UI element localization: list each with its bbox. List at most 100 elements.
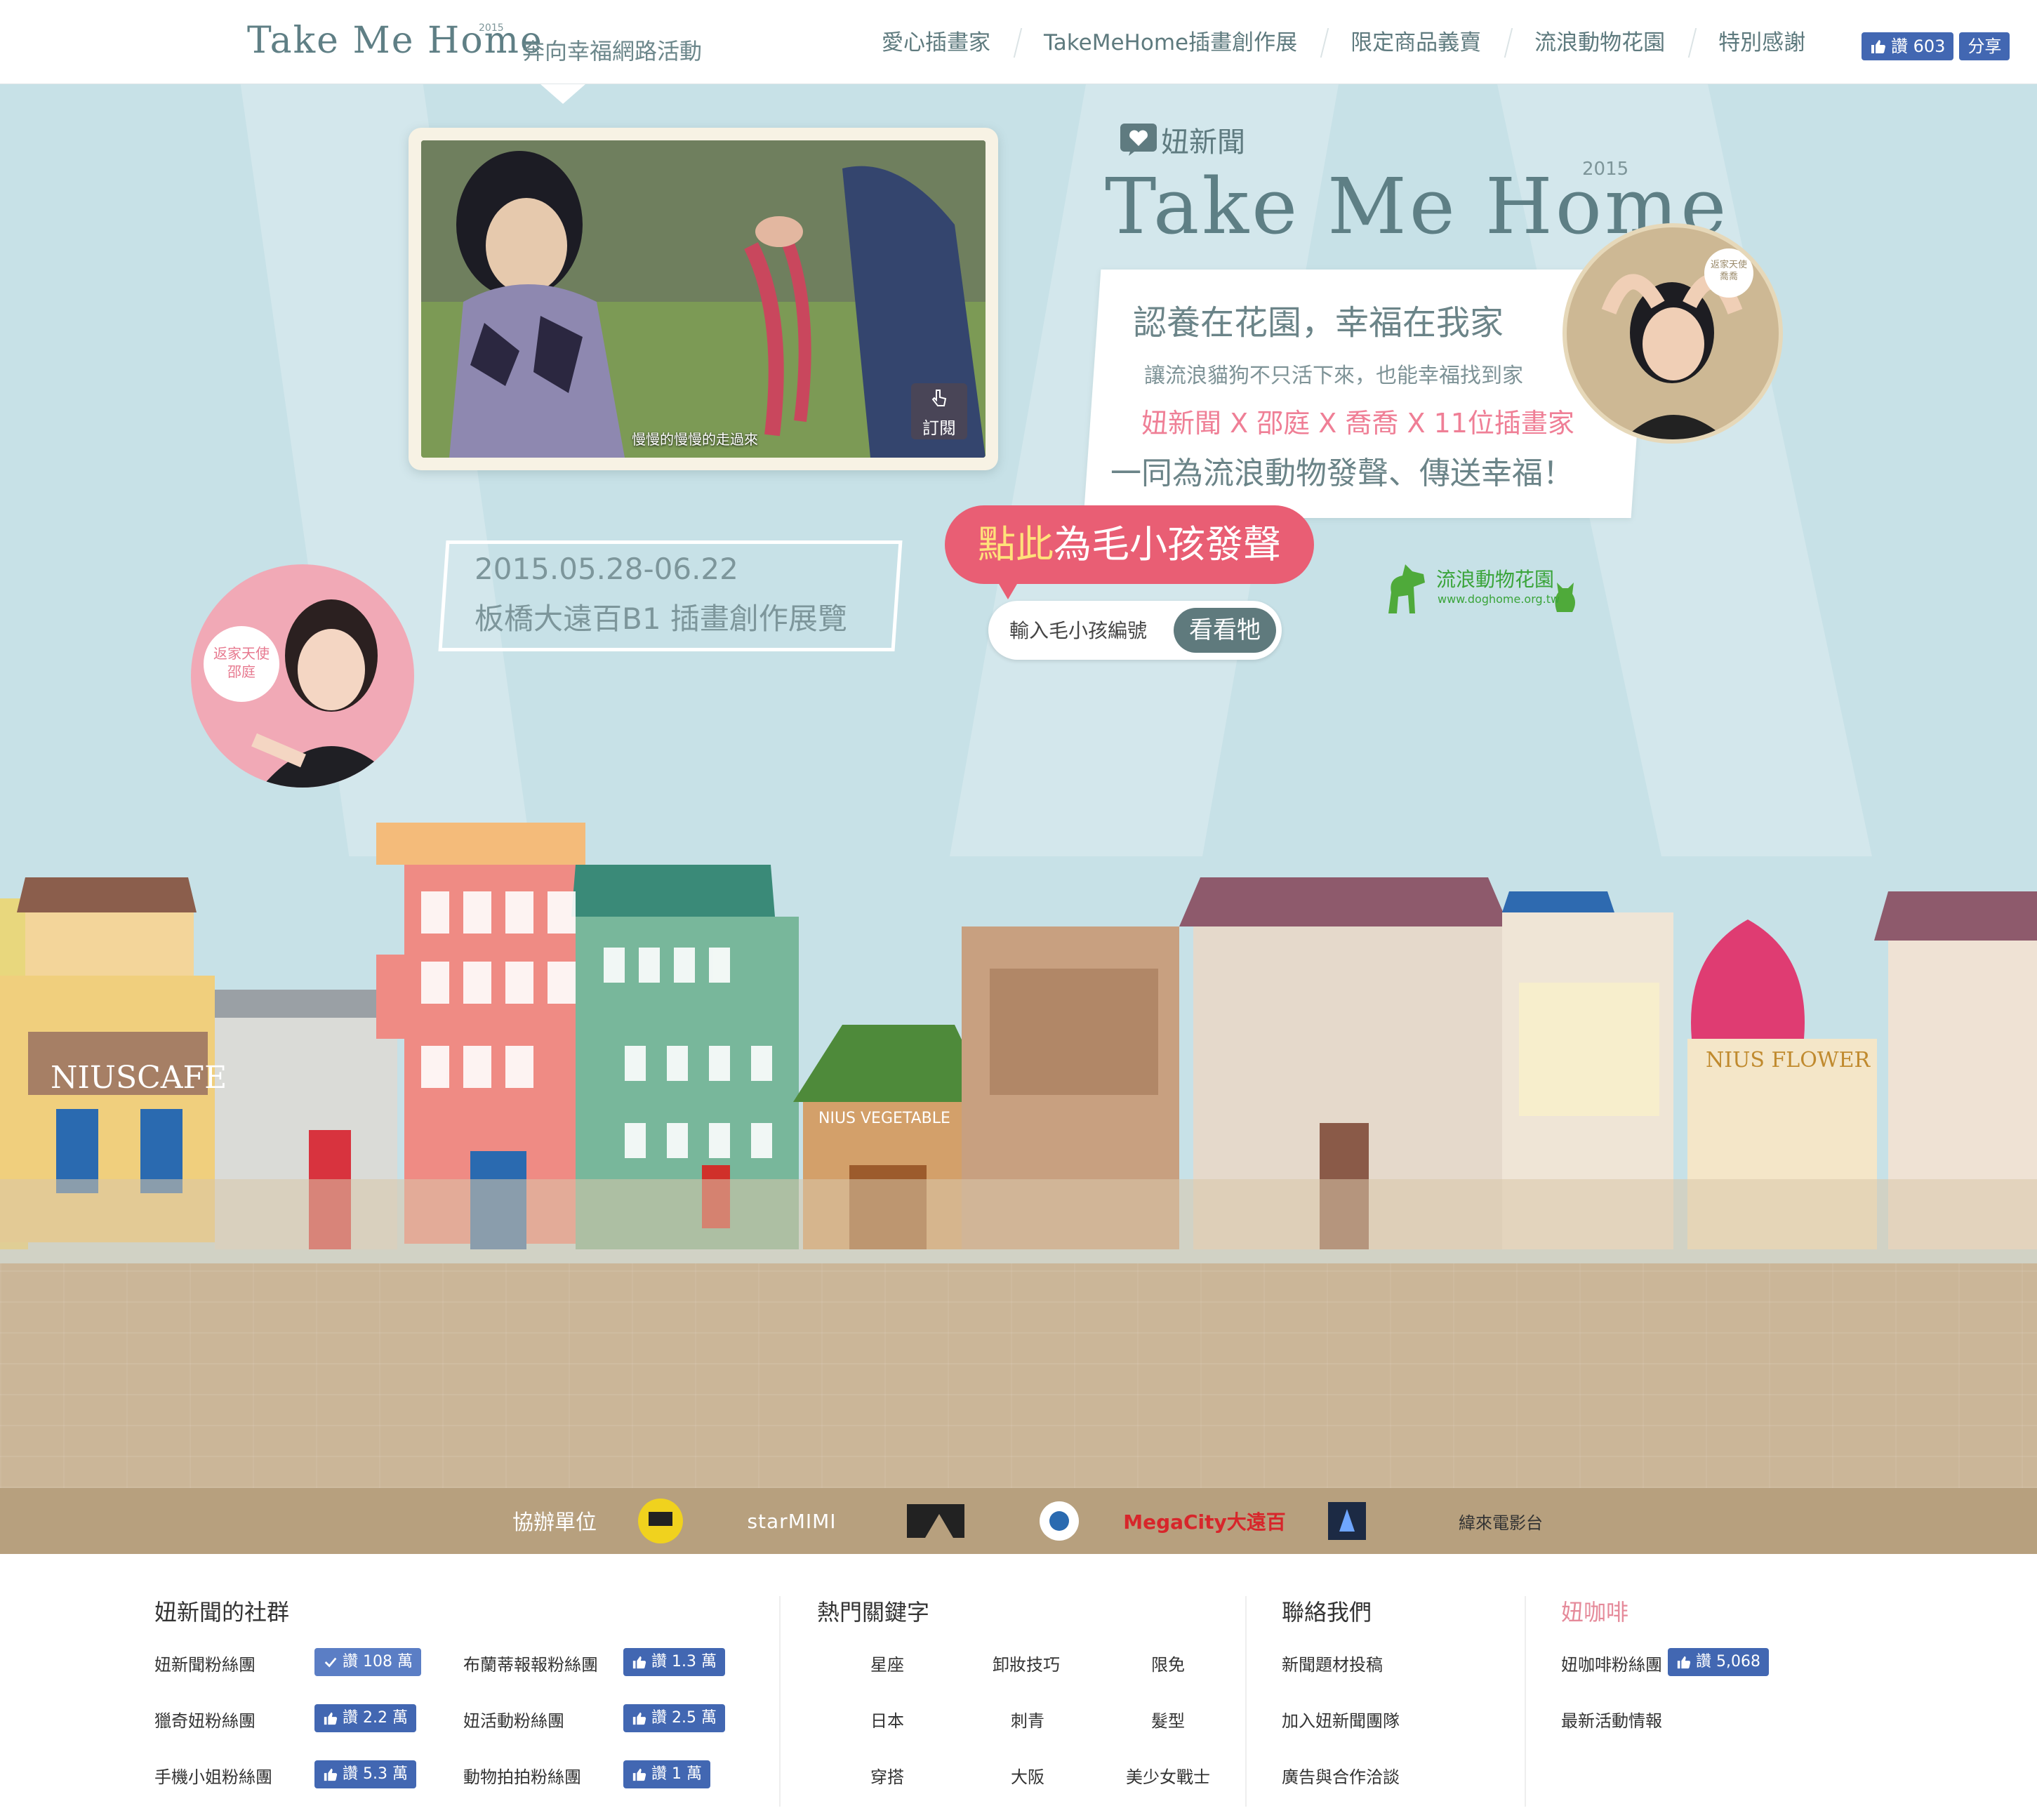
keyword-link[interactable]: 刺青 — [1011, 1707, 1044, 1732]
sponsor-bar: 協辦單位 starMIMI MegaCity大遠百 緯來電影台 — [0, 1488, 2037, 1554]
community-link[interactable]: 布蘭蒂報報粉絲團 — [463, 1651, 598, 1675]
keyword-link[interactable]: 卸妝技巧 — [993, 1651, 1060, 1675]
like-count: 讚 1.3 萬 — [651, 1653, 717, 1670]
keyword-link[interactable]: 大阪 — [1011, 1763, 1044, 1788]
slogan-headline: 認養在花園，幸福在我家 — [1133, 303, 1504, 343]
keyword-link[interactable]: 限免 — [1151, 1651, 1185, 1675]
keyword-link[interactable]: 星座 — [870, 1651, 904, 1675]
heart-icon — [1120, 124, 1157, 156]
footer: 妞新聞的社群 妞新聞粉絲團 讚 108 萬 布蘭蒂報報粉絲團 讚 1.3 萬 獵… — [0, 1554, 2037, 1820]
dog-icon — [1388, 564, 1425, 613]
footer-cafe-title: 妞咖啡 — [1561, 1599, 1629, 1626]
expo-place: 板橋大遠百B1 插畫創作展覽 — [475, 602, 847, 636]
contact-link[interactable]: 廣告與合作洽談 — [1282, 1763, 1400, 1788]
footer-divider — [1525, 1596, 1526, 1807]
footer-divider — [1245, 1596, 1247, 1807]
page: Take Me Home 2015 奔向幸福網路活動 愛心插畫家 TakeMeH… — [0, 0, 2037, 1820]
sponsor-videoland[interactable]: 緯來電影台 — [1438, 1499, 1564, 1543]
community-link[interactable]: 動物拍拍粉絲團 — [463, 1763, 581, 1788]
community-like-button[interactable]: 讚 1 萬 — [623, 1760, 710, 1788]
thumbs-up-icon — [632, 1712, 646, 1725]
sponsor-logo-bird[interactable] — [1035, 1499, 1084, 1543]
shop-sign-cafe: NIUSCAFE — [51, 1060, 227, 1096]
logo-subtitle: 奔向幸福網路活動 — [522, 38, 703, 65]
angel-title: 返家天使 — [213, 645, 270, 662]
community-like-button[interactable]: 讚 5.3 萬 — [314, 1760, 416, 1788]
thumbs-up-icon — [1677, 1656, 1691, 1669]
fb-like-button[interactable]: 讚 603 — [1862, 32, 1954, 60]
community-like-button[interactable]: 讚 2.5 萬 — [623, 1704, 725, 1732]
hero-section: 慢慢的慢慢的走過來 訂閱 妞新聞 Take Me Home 2015 認養在花園… — [0, 84, 2037, 1554]
nav-item-exhibition[interactable]: TakeMeHome插畫創作展 — [1017, 25, 1324, 60]
pet-search: 看看牠 — [988, 601, 1282, 660]
thumbs-up-icon — [324, 1712, 338, 1725]
top-navbar: Take Me Home 2015 奔向幸福網路活動 愛心插畫家 TakeMeH… — [0, 0, 2037, 84]
fb-share-label: 分享 — [1968, 36, 2002, 56]
main-nav: 愛心插畫家 TakeMeHome插畫創作展 限定商品義賣 流浪動物花園 特別感謝 — [855, 25, 1832, 60]
dark-square-icon — [1328, 1502, 1366, 1540]
nav-item-thanks[interactable]: 特別感謝 — [1692, 25, 1832, 60]
community-link[interactable]: 妞活動粉絲團 — [463, 1707, 564, 1732]
voice-highlight: 點此 — [978, 522, 1054, 566]
slogan-subline: 讓流浪貓狗不只活下來，也能幸福找到家 — [1144, 364, 1523, 388]
angel-badge-shaoting: 返家天使 邵庭 — [204, 626, 279, 702]
subscribe-button[interactable]: 訂閱 — [911, 383, 967, 439]
thumbs-up-icon — [324, 1768, 338, 1781]
sponsor-starmimi[interactable]: starMIMI — [736, 1499, 848, 1543]
thumbs-up-icon — [632, 1768, 646, 1781]
like-count: 讚 1 萬 — [651, 1765, 702, 1783]
cafe-like-button[interactable]: 讚 5,068 — [1668, 1648, 1769, 1676]
fb-share-button[interactable]: 分享 — [1959, 32, 2010, 60]
keyword-link[interactable]: 髮型 — [1151, 1707, 1185, 1732]
logo-year: 2015 — [479, 22, 504, 34]
sponsor-label: 協辦單位 — [512, 1510, 597, 1535]
slogan-call: 一同為流浪動物發聲、傳送幸福！ — [1110, 456, 1574, 491]
contact-link[interactable]: 加入妞新聞團隊 — [1282, 1707, 1400, 1732]
doghome-logo[interactable]: 流浪動物花園 www.doghome.org.tw — [1381, 550, 1585, 620]
angel-title: 返家天使 — [1710, 260, 1747, 270]
nav-item-illustrators[interactable]: 愛心插畫家 — [855, 25, 1017, 60]
nius-news-logo: 妞新聞 — [1120, 115, 1245, 164]
keyword-link[interactable]: 穿搭 — [870, 1763, 904, 1788]
nav-item-animal-garden[interactable]: 流浪動物花園 — [1508, 25, 1692, 60]
like-count: 讚 5,068 — [1696, 1653, 1760, 1670]
footer-divider — [779, 1596, 781, 1807]
nav-item-charity-sale[interactable]: 限定商品義賣 — [1324, 25, 1508, 60]
community-link[interactable]: 手機小姐粉絲團 — [154, 1763, 272, 1788]
community-link[interactable]: 妞新聞粉絲團 — [154, 1651, 256, 1675]
hand-icon — [931, 390, 947, 406]
keyword-link[interactable]: 日本 — [870, 1707, 904, 1732]
thumbs-up-icon — [632, 1656, 646, 1669]
community-like-button[interactable]: 讚 2.2 萬 — [314, 1704, 416, 1732]
community-link[interactable]: 獵奇妞粉絲團 — [154, 1707, 256, 1732]
community-like-button[interactable]: 讚 108 萬 — [314, 1648, 421, 1676]
voice-button[interactable]: 點此為毛小孩發聲 — [945, 505, 1314, 584]
angel-name: 喬喬 — [1719, 271, 1738, 282]
angel-name: 邵庭 — [227, 663, 256, 680]
expo-date: 2015.05.28-06.22 — [475, 552, 738, 586]
keyword-link[interactable]: 美少女戰士 — [1126, 1763, 1210, 1788]
like-count: 讚 5.3 萬 — [343, 1765, 408, 1783]
sponsor-megacity[interactable]: MegaCity大遠百 — [1123, 1499, 1286, 1543]
footer-community-title: 妞新聞的社群 — [154, 1599, 290, 1626]
subscribe-label: 訂閱 — [922, 418, 956, 438]
video-screen[interactable]: 慢慢的慢慢的走過來 訂閱 — [421, 140, 986, 458]
video-player[interactable]: 慢慢的慢慢的走過來 訂閱 — [409, 128, 998, 470]
nav-pointer — [540, 84, 585, 104]
fb-buttons: 讚 603 分享 — [1862, 32, 2010, 60]
sponsor-logo-black[interactable] — [904, 1499, 967, 1543]
angel-badge-qiaoqiao: 返家天使 喬喬 — [1704, 248, 1753, 298]
contact-link[interactable]: 新聞題材投稿 — [1282, 1651, 1383, 1675]
bird-icon — [1040, 1501, 1079, 1541]
video-caption: 慢慢的慢慢的走過來 — [632, 431, 758, 448]
pet-search-button[interactable]: 看看牠 — [1174, 608, 1276, 653]
pet-id-input[interactable] — [1009, 613, 1164, 647]
community-like-button[interactable]: 讚 1.3 萬 — [623, 1648, 725, 1676]
sponsor-logo-dark[interactable] — [1322, 1499, 1372, 1543]
check-icon — [324, 1657, 337, 1668]
sponsor-logo-badge[interactable] — [636, 1499, 685, 1543]
cafe-fan-page-link[interactable]: 妞咖啡粉絲團 — [1561, 1651, 1662, 1675]
footer-keywords-title: 熱門關鍵字 — [817, 1599, 930, 1626]
fb-like-count: 讚 603 — [1891, 36, 1946, 56]
cafe-news-link[interactable]: 最新活動情報 — [1561, 1707, 1662, 1732]
